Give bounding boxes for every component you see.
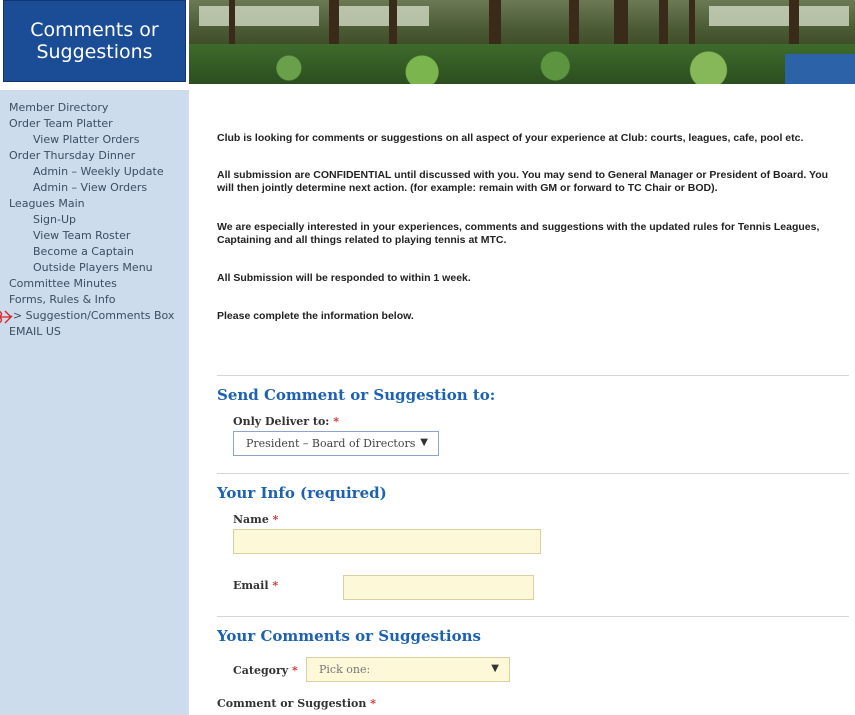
sidebar-item-suggestion-comments-box[interactable]: -> Suggestion/Comments Box <box>9 308 189 324</box>
category-select[interactable]: Pick one: ▼ <box>306 657 510 682</box>
info-section-title: Your Info (required) <box>217 484 387 502</box>
sidebar-item-forms-rules-info[interactable]: Forms, Rules & Info <box>9 292 189 308</box>
main-content: Club is looking for comments or suggesti… <box>189 84 855 715</box>
dropdown-arrow-icon: ▼ <box>420 437 428 448</box>
sidebar-item-sign-up[interactable]: Sign-Up <box>9 212 189 228</box>
sidebar-item-admin-view-orders[interactable]: Admin – View Orders <box>9 180 189 196</box>
comment-label: Comment or Suggestion * <box>217 697 376 710</box>
dropdown-arrow-icon: ▼ <box>491 663 499 674</box>
sidebar-item-admin-weekly-update[interactable]: Admin – Weekly Update <box>9 164 189 180</box>
sidebar-nav: Member Directory Order Team Platter View P… <box>0 90 189 715</box>
category-label: Category * <box>233 664 298 677</box>
divider <box>217 616 849 617</box>
deliver-to-value: President – Board of Directors <box>246 437 416 450</box>
sidebar-item-order-thursday-dinner[interactable]: Order Thursday Dinner <box>9 148 189 164</box>
header-banner-image <box>189 0 855 84</box>
deliver-to-select[interactable]: President – Board of Directors ▼ <box>233 431 439 456</box>
sidebar-item-email-us[interactable]: EMAIL US <box>9 324 189 340</box>
email-input[interactable] <box>343 575 534 600</box>
comments-section-title: Your Comments or Suggestions <box>217 627 481 645</box>
sidebar-item-member-directory[interactable]: Member Directory <box>9 100 189 116</box>
page-title: Comments or Suggestions <box>30 19 159 63</box>
name-label: Name * <box>233 513 279 526</box>
sidebar-item-leagues-main[interactable]: Leagues Main <box>9 196 189 212</box>
intro-paragraph-2: All submission are CONFIDENTIAL until di… <box>217 169 829 194</box>
name-input[interactable] <box>233 529 541 554</box>
required-mark: * <box>370 697 376 710</box>
category-value: Pick one: <box>319 663 371 676</box>
divider <box>217 473 849 474</box>
sidebar-item-committee-minutes[interactable]: Committee Minutes <box>9 276 189 292</box>
intro-paragraph-3: We are especially interested in your exp… <box>217 221 820 246</box>
sidebar-item-view-platter-orders[interactable]: View Platter Orders <box>9 132 189 148</box>
sidebar-item-outside-players-menu[interactable]: Outside Players Menu <box>9 260 189 276</box>
page-title-box: Comments or Suggestions <box>3 0 186 82</box>
required-mark: * <box>272 513 279 526</box>
send-section-title: Send Comment or Suggestion to: <box>217 386 496 404</box>
required-mark: * <box>333 415 339 428</box>
deliver-to-label: Only Deliver to: * <box>233 415 339 428</box>
sidebar-item-order-team-platter[interactable]: Order Team Platter <box>9 116 189 132</box>
email-label: Email * <box>233 579 279 592</box>
intro-paragraph-1: Club is looking for comments or suggesti… <box>217 132 804 144</box>
required-mark: * <box>272 579 279 592</box>
intro-paragraph-5: Please complete the information below. <box>217 310 414 322</box>
sidebar-item-become-a-captain[interactable]: Become a Captain <box>9 244 189 260</box>
red-arrow-annotation-icon <box>0 310 12 324</box>
divider <box>217 375 849 376</box>
sidebar-item-view-team-roster[interactable]: View Team Roster <box>9 228 189 244</box>
required-mark: * <box>292 664 298 677</box>
intro-paragraph-4: All Submission will be responded to with… <box>217 272 471 284</box>
